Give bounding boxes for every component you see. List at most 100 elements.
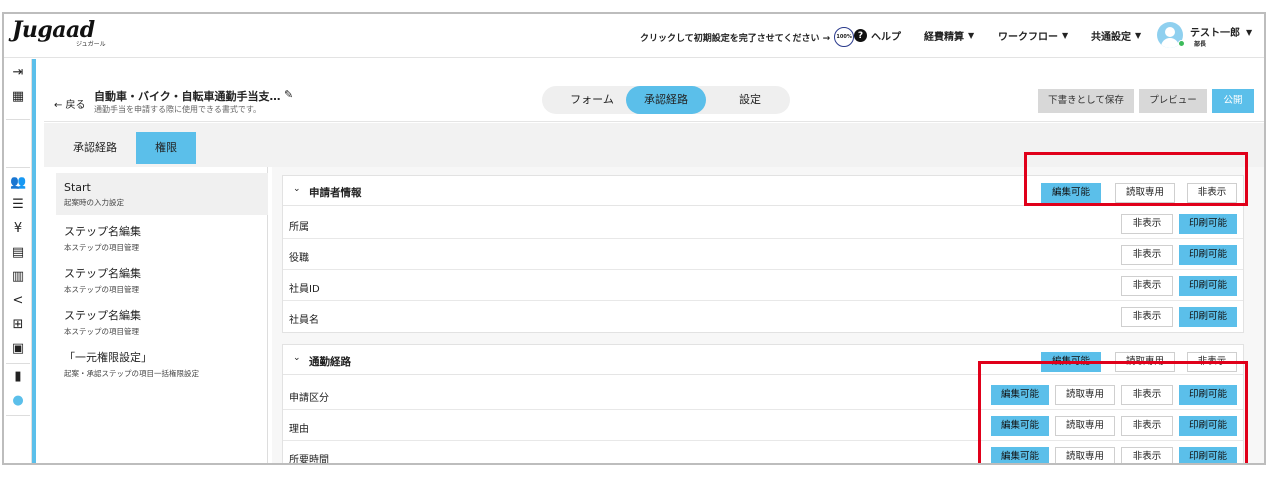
money-doc-icon[interactable]: ▣ (10, 341, 26, 357)
nav-expense-label: 経費精算 (924, 32, 964, 43)
perm-print-button[interactable]: 印刷可能 (1179, 416, 1237, 436)
table-row: 申請区分 編集可能 読取専用 非表示 印刷可能 (283, 379, 1243, 410)
palette-icon[interactable]: ● (10, 393, 26, 409)
section-commute-route: ⌄ 通勤経路 編集可能 読取専用 非表示 申請区分 編集可能 読取専用 非表示 … (282, 344, 1244, 465)
chevron-down-icon: ▼ (1062, 31, 1069, 40)
perm-hide-button[interactable]: 非表示 (1121, 245, 1173, 265)
help-icon: ? (854, 29, 867, 42)
chevron-down-icon: ▼ (1135, 31, 1142, 40)
perm-edit-button[interactable]: 編集可能 (991, 416, 1049, 436)
step-subtitle: 本ステップの項目管理 (64, 327, 139, 336)
chevron-down-icon[interactable]: ⌄ (293, 353, 301, 363)
list-item[interactable]: ステップ名編集 本ステップの項目管理 (56, 215, 268, 257)
step-list: Start 起案時の入力設定 ステップ名編集 本ステップの項目管理 ステップ名編… (56, 167, 268, 463)
form-description: 通勤手当を申請する際に使用できる書式です。 (94, 105, 262, 114)
perm-hide-button[interactable]: 非表示 (1121, 214, 1173, 234)
tab-approval-path[interactable]: 承認経路 (64, 132, 126, 164)
nav-workflow-label: ワークフロー (998, 32, 1058, 43)
nav-common-label: 共通設定 (1091, 32, 1131, 43)
perm-edit-button[interactable]: 編集可能 (1041, 352, 1101, 372)
table-row: 社員名 非表示 印刷可能 (283, 301, 1243, 332)
perm-read-button[interactable]: 読取専用 (1055, 447, 1115, 463)
perm-read-button[interactable]: 読取専用 (1115, 352, 1175, 372)
setup-prompt[interactable]: クリックして初期設定を完了させてください → 100% (640, 27, 855, 47)
perm-print-button[interactable]: 印刷可能 (1179, 276, 1237, 296)
perm-read-button[interactable]: 読取専用 (1055, 385, 1115, 405)
logo-subtext: ジュガール (76, 41, 106, 48)
form-header: ← 戻る 自動車・バイク・自転車通勤手当支… ✎ 通勤手当を申請する際に使用でき… (44, 66, 1264, 122)
online-status-dot (1178, 40, 1185, 47)
back-link[interactable]: ← 戻る (54, 96, 86, 111)
perm-read-button[interactable]: 読取専用 (1115, 183, 1175, 203)
preview-button[interactable]: プレビュー (1139, 89, 1207, 113)
perm-print-button[interactable]: 印刷可能 (1179, 245, 1237, 265)
field-label: 理由 (289, 424, 309, 435)
icon-sidebar: ⇥ ▦ 👥 ☰ ¥ ▤ ▥ < ⊞ ▣ ▮ ● (4, 59, 32, 463)
tab-form[interactable]: フォーム (562, 86, 622, 114)
field-label: 役職 (289, 253, 309, 264)
tab-settings[interactable]: 設定 (720, 86, 780, 114)
list-item[interactable]: Start 起案時の入力設定 (56, 173, 268, 215)
perm-hide-button[interactable]: 非表示 (1121, 385, 1173, 405)
perm-print-button[interactable]: 印刷可能 (1179, 447, 1237, 463)
perm-hide-button[interactable]: 非表示 (1187, 352, 1237, 372)
help-link[interactable]: ? ヘルプ (854, 28, 901, 43)
perm-print-button[interactable]: 印刷可能 (1179, 307, 1237, 327)
user-name: テスト一郎 (1190, 28, 1240, 39)
chevron-down-icon[interactable]: ⌄ (293, 184, 301, 194)
table-row: 理由 編集可能 読取専用 非表示 印刷可能 (283, 410, 1243, 441)
receipt-icon[interactable]: ▥ (10, 269, 26, 285)
document-icon[interactable]: ▤ (10, 245, 26, 261)
perm-edit-button[interactable]: 編集可能 (991, 385, 1049, 405)
users-icon[interactable]: 👥 (10, 175, 26, 191)
field-label: 所要時間 (289, 455, 329, 465)
section-header[interactable]: ⌄ 申請者情報 編集可能 読取専用 非表示 (283, 176, 1243, 206)
building-icon[interactable]: ▦ (10, 89, 26, 105)
perm-print-button[interactable]: 印刷可能 (1179, 214, 1237, 234)
list-item[interactable]: ステップ名編集 本ステップの項目管理 (56, 257, 268, 299)
perm-hide-button[interactable]: 非表示 (1121, 276, 1173, 296)
perm-edit-button[interactable]: 編集可能 (1041, 183, 1101, 203)
app-window: Jugaad ジュガール クリックして初期設定を完了させてください → 100%… (2, 12, 1266, 465)
view-segmented-control: フォーム 承認経路 設定 (542, 86, 790, 114)
perm-read-button[interactable]: 読取専用 (1055, 416, 1115, 436)
step-subtitle: 本ステップの項目管理 (64, 243, 139, 252)
step-title: ステップ名編集 (64, 309, 141, 322)
grid-icon[interactable]: ⊞ (10, 317, 26, 333)
chevron-down-icon[interactable]: ▼ (1246, 28, 1252, 37)
tab-approval-route[interactable]: 承認経路 (626, 86, 706, 114)
step-title: 「一元権限設定」 (64, 351, 152, 364)
field-label: 社員名 (289, 315, 319, 326)
permissions-panel: ⌄ 申請者情報 編集可能 読取専用 非表示 所属 非表示 印刷可能 役職 非表示… (272, 167, 1264, 465)
perm-hide-button[interactable]: 非表示 (1121, 447, 1173, 463)
step-subtitle: 起案時の入力設定 (64, 198, 124, 207)
perm-edit-button[interactable]: 編集可能 (991, 447, 1049, 463)
field-label: 社員ID (289, 284, 320, 295)
chevron-down-icon: ▼ (968, 31, 975, 40)
yen-icon[interactable]: ¥ (10, 221, 26, 237)
save-draft-button[interactable]: 下書きとして保存 (1038, 89, 1134, 113)
perm-hide-button[interactable]: 非表示 (1121, 307, 1173, 327)
section-title: 通勤経路 (309, 356, 351, 368)
table-row: 社員ID 非表示 印刷可能 (283, 270, 1243, 301)
app-logo[interactable]: Jugaad ジュガール (12, 18, 106, 48)
step-subtitle: 起案・承認ステップの項目一括権限設定 (64, 369, 199, 378)
list-item[interactable]: ステップ名編集 本ステップの項目管理 (56, 299, 268, 341)
perm-print-button[interactable]: 印刷可能 (1179, 385, 1237, 405)
section-header[interactable]: ⌄ 通勤経路 編集可能 読取専用 非表示 (283, 345, 1243, 375)
list-item[interactable]: 「一元権限設定」 起案・承認ステップの項目一括権限設定 (56, 341, 268, 383)
list-icon[interactable]: ☰ (10, 197, 26, 213)
tab-permissions[interactable]: 権限 (136, 132, 196, 164)
nav-common-settings[interactable]: 共通設定 ▼ (1091, 28, 1141, 43)
user-menu[interactable]: テスト一郎 部長 (1190, 24, 1240, 48)
perm-hide-button[interactable]: 非表示 (1187, 183, 1237, 203)
publish-button[interactable]: 公開 (1212, 89, 1254, 113)
edit-pencil-icon[interactable]: ✎ (284, 88, 293, 101)
table-row: 所要時間 編集可能 読取専用 非表示 印刷可能 (283, 441, 1243, 465)
share-icon[interactable]: < (10, 293, 26, 309)
nav-expense[interactable]: 経費精算 ▼ (924, 28, 974, 43)
book-icon[interactable]: ▮ (10, 369, 26, 385)
perm-hide-button[interactable]: 非表示 (1121, 416, 1173, 436)
nav-workflow[interactable]: ワークフロー ▼ (998, 28, 1068, 43)
expand-menu-icon[interactable]: ⇥ (10, 65, 26, 81)
